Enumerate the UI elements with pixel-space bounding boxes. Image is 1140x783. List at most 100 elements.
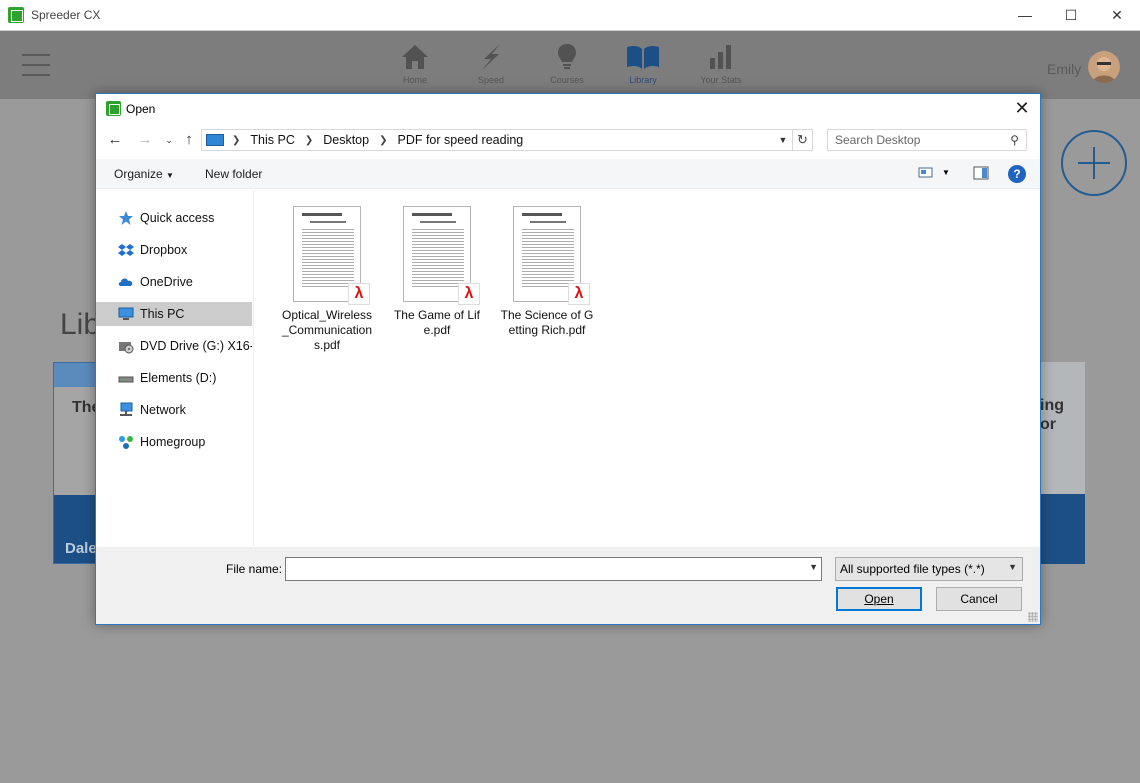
- sidebar-item-label: Elements (D:): [140, 371, 217, 385]
- nav-courses[interactable]: Courses: [532, 39, 602, 85]
- up-arrow-icon[interactable]: ↑: [179, 130, 199, 150]
- file-item[interactable]: λ The Science of Getting Rich.pdf: [499, 206, 595, 338]
- avatar[interactable]: [1088, 51, 1120, 83]
- dialog-titlebar: Open ✕: [96, 94, 1040, 124]
- search-input[interactable]: Search Desktop ⚲: [827, 129, 1027, 151]
- nav-speed-label: Speed: [477, 75, 505, 85]
- sidebar-item-dropbox[interactable]: Dropbox: [96, 238, 252, 262]
- sidebar-item-dvd-drive[interactable]: DVD Drive (G:) X16-81: [96, 334, 252, 358]
- nav-library[interactable]: Library: [608, 39, 678, 85]
- lightning-icon: [456, 39, 526, 75]
- address-bar[interactable]: ❯ This PC ❯ Desktop ❯ PDF for speed read…: [201, 129, 793, 151]
- add-book-button[interactable]: [1061, 130, 1127, 196]
- resize-grip-icon[interactable]: [1028, 612, 1038, 622]
- chevron-right-icon: ❯: [379, 134, 388, 146]
- chevron-down-icon: ▼: [1008, 562, 1017, 572]
- pdf-thumbnail: λ: [293, 206, 370, 305]
- sidebar-item-label: Network: [140, 403, 186, 417]
- forward-arrow-icon[interactable]: →: [135, 130, 155, 150]
- network-icon: [118, 402, 134, 418]
- app-header: Home Speed Courses Library Your Stats Em…: [0, 31, 1140, 99]
- close-window-button[interactable]: ✕: [1094, 0, 1140, 31]
- maximize-button[interactable]: ☐: [1048, 0, 1094, 31]
- open-button[interactable]: Open: [836, 587, 922, 611]
- chevron-down-icon[interactable]: ▼: [774, 130, 792, 150]
- book-icon: [608, 39, 678, 75]
- change-view-icon[interactable]: [918, 165, 934, 181]
- breadcrumb-current-folder[interactable]: PDF for speed reading: [397, 133, 523, 147]
- file-type-value: All supported file types (*.*): [840, 562, 985, 576]
- cloud-icon: [118, 274, 134, 290]
- app-titlebar: Spreeder CX — ☐ ✕: [0, 0, 1140, 31]
- drive-icon: [118, 370, 134, 386]
- search-placeholder: Search Desktop: [835, 133, 921, 147]
- file-list: λ Optical_Wireless_Communications.pdf λ …: [256, 190, 1040, 546]
- computer-icon: [118, 306, 134, 322]
- sidebar-item-label: Quick access: [140, 211, 215, 225]
- computer-icon: [206, 134, 224, 146]
- refresh-icon[interactable]: ↻: [793, 129, 813, 151]
- bar-chart-icon: [686, 39, 756, 75]
- pdf-icon: λ: [568, 283, 590, 305]
- sidebar-item-homegroup[interactable]: Homegroup: [96, 430, 252, 454]
- file-name: The Science of Getting Rich.pdf: [500, 308, 594, 337]
- chevron-down-icon[interactable]: ▼: [809, 562, 818, 572]
- file-name-label: File name:: [226, 562, 283, 576]
- nav-your-stats-label: Your Stats: [700, 75, 742, 85]
- nav-home[interactable]: Home: [380, 39, 450, 85]
- breadcrumb-desktop[interactable]: Desktop: [323, 133, 369, 147]
- app-title: Spreeder CX: [31, 8, 101, 22]
- new-folder-button[interactable]: New folder: [205, 167, 262, 181]
- dialog-footer: File name: ▼ All supported file types (*…: [96, 547, 1040, 624]
- nav-your-stats[interactable]: Your Stats: [686, 39, 756, 85]
- file-type-select[interactable]: All supported file types (*.*) ▼: [835, 557, 1023, 581]
- book-card[interactable]: ing or: [1040, 362, 1085, 564]
- back-arrow-icon[interactable]: ←: [105, 130, 125, 150]
- pdf-icon: λ: [458, 283, 480, 305]
- close-dialog-button[interactable]: ✕: [1012, 98, 1032, 118]
- help-icon[interactable]: ?: [1008, 165, 1026, 183]
- dialog-title: Open: [126, 102, 156, 116]
- file-item[interactable]: λ The Game of Life.pdf: [389, 206, 485, 338]
- chevron-right-icon: ❯: [304, 134, 314, 146]
- file-item[interactable]: λ Optical_Wireless_Communications.pdf: [279, 206, 375, 353]
- app-logo-icon: [106, 101, 121, 116]
- recent-locations-chevron-icon[interactable]: ⌄: [159, 130, 179, 150]
- chevron-down-icon: ▼: [166, 171, 174, 180]
- search-icon: ⚲: [1010, 133, 1019, 147]
- cancel-button[interactable]: Cancel: [936, 587, 1022, 611]
- view-options-chevron-icon[interactable]: ▼: [942, 168, 958, 184]
- sidebar-item-onedrive[interactable]: OneDrive: [96, 270, 252, 294]
- sidebar-item-label: Homegroup: [140, 435, 206, 449]
- nav-courses-label: Courses: [550, 75, 584, 85]
- sidebar-item-label: This PC: [140, 307, 185, 321]
- nav-speed[interactable]: Speed: [456, 39, 526, 85]
- user-name[interactable]: Emily: [1047, 61, 1081, 77]
- pdf-thumbnail: λ: [403, 206, 480, 305]
- dropbox-icon: [118, 242, 134, 258]
- preview-pane-icon[interactable]: [973, 165, 989, 181]
- toolbar: Organize ▼ New folder ▼ ?: [96, 159, 1040, 189]
- home-icon: [380, 39, 450, 75]
- organize-menu[interactable]: Organize ▼: [114, 167, 174, 181]
- pdf-icon: λ: [348, 283, 370, 305]
- address-bar-row: ← → ⌄ ↑ ❯ This PC ❯ Desktop ❯ PDF for sp…: [96, 127, 1040, 153]
- open-file-dialog: Open ✕ ← → ⌄ ↑ ❯ This PC ❯ Desktop ❯ PDF…: [95, 93, 1041, 625]
- hamburger-menu-icon[interactable]: [22, 54, 50, 76]
- book-card-title: ing or: [1040, 362, 1085, 494]
- sidebar-item-elements[interactable]: Elements (D:): [96, 366, 252, 390]
- organize-label: Organize: [114, 167, 163, 181]
- file-name: The Game of Life.pdf: [393, 308, 481, 337]
- lightbulb-icon: [532, 39, 602, 75]
- chevron-right-icon: ❯: [232, 134, 241, 146]
- minimize-button[interactable]: —: [1002, 0, 1048, 31]
- sidebar-item-label: OneDrive: [140, 275, 193, 289]
- nav-library-label: Library: [629, 75, 657, 85]
- breadcrumb-this-pc[interactable]: This PC: [250, 133, 294, 147]
- sidebar-item-network[interactable]: Network: [96, 398, 252, 422]
- sidebar-item-quick-access[interactable]: Quick access: [96, 206, 252, 230]
- file-name-input[interactable]: ▼: [285, 557, 822, 581]
- sidebar-item-this-pc[interactable]: This PC: [96, 302, 252, 326]
- navigation-pane: Quick access Dropbox OneDrive This PC DV…: [96, 190, 254, 546]
- homegroup-icon: [118, 434, 134, 450]
